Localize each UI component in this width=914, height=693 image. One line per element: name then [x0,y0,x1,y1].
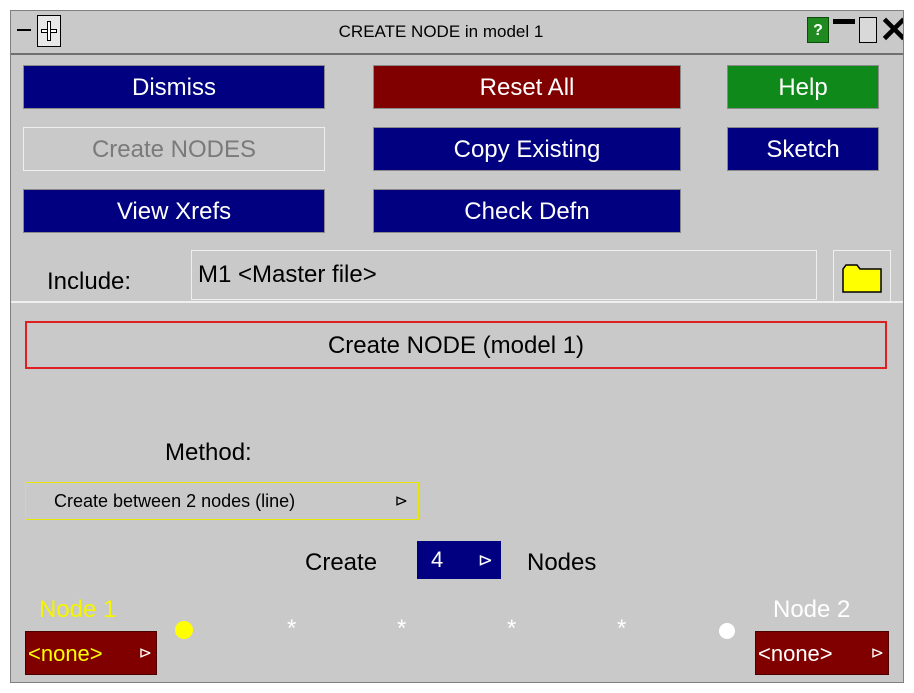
node-count-value: 4 [431,547,444,572]
node-2-label: Node 2 [773,596,851,623]
folder-icon [842,264,882,293]
move-icon[interactable] [37,15,61,47]
nodes-label: Nodes [527,549,597,576]
dropdown-arrow-icon: ⊳ [870,645,884,662]
minimize-icon[interactable] [833,17,855,43]
create-node-window: CREATE NODE in model 1 ? ✕ Dismiss Reset… [10,10,904,683]
dismiss-button[interactable]: Dismiss [23,65,325,109]
window-title: CREATE NODE in model 1 [338,22,544,41]
node-2-value: <none> [758,641,833,666]
divider [11,301,903,303]
dropdown-arrow-icon: ⊳ [394,493,408,510]
maximize-icon[interactable] [859,17,877,43]
window-menu-icon[interactable] [15,15,33,47]
intermediate-node-marker: * [507,615,517,642]
section-title: Create NODE (model 1) [25,321,887,369]
method-selected-value: Create between 2 nodes (line) [54,491,296,511]
node-1-label: Node 1 [39,596,117,623]
method-label: Method: [165,439,252,466]
create-nodes-button[interactable]: Create NODES [23,127,325,171]
node-2-marker [719,623,735,639]
view-xrefs-button[interactable]: View Xrefs [23,189,325,233]
reset-all-button[interactable]: Reset All [373,65,681,109]
create-count-label: Create [305,549,378,576]
intermediate-node-marker: * [397,615,407,642]
node-1-marker [175,621,193,639]
copy-existing-button[interactable]: Copy Existing [373,127,681,171]
intermediate-node-marker: * [287,615,297,642]
dropdown-arrow-icon: ⊳ [477,550,493,570]
browse-include-button[interactable] [833,250,891,302]
title-bar[interactable]: CREATE NODE in model 1 ? ✕ [11,11,903,55]
intermediate-node-marker: * [617,615,627,642]
method-dropdown[interactable]: Create between 2 nodes (line) ⊳ [25,482,419,520]
node-1-value: <none> [28,641,103,666]
help-icon[interactable]: ? [807,17,829,43]
include-field[interactable]: M1 <Master file> [191,250,817,300]
node-count-dropdown[interactable]: 4 ⊳ [417,541,501,579]
node-2-selector[interactable]: <none> ⊳ [755,631,889,675]
dropdown-arrow-icon: ⊳ [138,645,152,662]
sketch-button[interactable]: Sketch [727,127,879,171]
check-defn-button[interactable]: Check Defn [373,189,681,233]
node-1-selector[interactable]: <none> ⊳ [25,631,157,675]
help-button[interactable]: Help [727,65,879,109]
close-icon[interactable]: ✕ [879,12,903,48]
include-label: Include: [47,268,132,295]
